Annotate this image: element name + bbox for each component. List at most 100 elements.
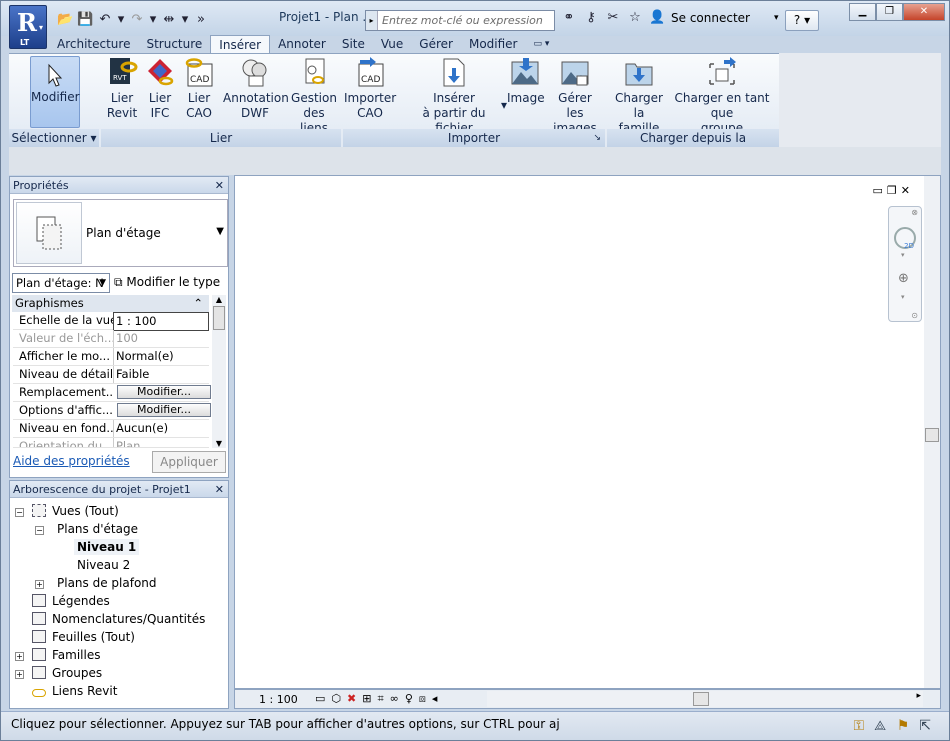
chevron-down-icon[interactable]: ▾ [774,13,779,23]
communication-icon[interactable]: ✂ [605,10,621,26]
temp-hide-icon[interactable]: ∞ [390,692,405,705]
star-icon[interactable]: ☆ [627,10,643,26]
tree-item-schedules[interactable]: Nomenclatures/Quantités [32,611,205,627]
scroll-left-icon[interactable]: ◂ [432,692,444,705]
zoom-icon[interactable]: ⊕ [898,271,909,286]
link-cad-button[interactable]: CAD Lier CAO [181,56,217,121]
tree-item-floor-plans[interactable]: Plans d'étage [57,521,138,537]
save-icon[interactable]: 💾 [77,12,93,28]
tab-modify[interactable]: Modifier [461,35,526,53]
image-button[interactable]: Image [507,56,545,106]
drawing-area[interactable]: ▭❐✕ [234,175,941,689]
measure-icon[interactable]: ⇹ [161,12,177,28]
options-icon[interactable]: ⊙ [911,311,918,320]
tab-architecture[interactable]: Architecture [49,35,138,53]
expand-icon[interactable]: + [15,652,24,661]
graphics-section-header[interactable]: Graphismes ⌃ [12,295,209,312]
modify-button[interactable]: Modifier [30,56,80,128]
display-options-edit-button[interactable]: Modifier... [117,403,211,417]
link-revit-button[interactable]: RVT Lier Revit [105,56,139,121]
tree-item-level-1[interactable]: Niveau 1 [74,539,140,555]
prop-row[interactable]: Niveau en fond... Aucun(e) [13,420,209,438]
shadows-icon[interactable]: ⊞ [362,692,377,705]
scroll-up-icon[interactable]: ▲ [212,295,226,304]
prop-row[interactable]: Valeur de l'éch... 100 [13,330,209,348]
key-icon[interactable]: ⚷ [583,10,599,26]
restore-icon[interactable]: ❐ [887,184,901,197]
load-family-button[interactable]: Charger la famille [613,56,665,136]
tree-item-sheets[interactable]: Feuilles (Tout) [32,629,135,645]
close-icon[interactable]: ✕ [901,184,914,197]
prop-row[interactable]: Afficher le mo... Normal(e) [13,348,209,366]
crop-icon[interactable]: ⌗ [377,692,389,705]
view-scale-input[interactable]: 1 : 100 [113,312,209,331]
import-cad-button[interactable]: CAD Importer CAO [344,56,396,121]
tree-item-ceiling-plans[interactable]: Plans de plafond [57,575,157,591]
horizontal-scrollbar[interactable]: ▸ [487,691,923,707]
undo-dropdown-icon[interactable]: ▾ [117,12,125,28]
tree-item-families[interactable]: Familles [32,647,100,663]
insert-from-file-button[interactable]: Insérer à partir du fichier [404,56,504,136]
scroll-down-icon[interactable]: ▼ [212,439,226,448]
more-tools-icon[interactable]: » [193,12,209,28]
dialog-launcher-icon[interactable]: ↘ [593,129,601,147]
chevron-down-icon[interactable]: ▾ [901,293,905,301]
measure-dropdown-icon[interactable]: ▾ [181,12,189,28]
prop-row[interactable]: Options d'affic... Modifier... [13,402,211,420]
steering-wheel-icon[interactable]: 2D [894,227,916,250]
binoculars-icon[interactable]: ⚭ [561,10,577,26]
tree-item-groups[interactable]: Groupes [32,665,102,681]
view-scale-button[interactable]: 1 : 100 [259,693,298,706]
apply-button[interactable]: Appliquer [152,451,226,473]
prop-value[interactable]: Normal(e) [113,348,209,365]
ribbon-minimize-toggle[interactable]: ▭ ▾ [526,35,558,53]
minimize-icon[interactable]: ▭ [873,184,887,197]
tree-item-level-2[interactable]: Niveau 2 [77,557,130,573]
collapse-icon[interactable]: − [35,526,44,535]
tab-insert[interactable]: Insérer [210,35,271,53]
open-icon[interactable]: 📂 [57,12,73,28]
tab-manage[interactable]: Gérer [411,35,461,53]
tab-structure[interactable]: Structure [138,35,210,53]
prop-row[interactable]: Niveau de détail Faible [13,366,209,384]
scroll-thumb[interactable] [213,306,225,330]
collapse-icon[interactable]: − [15,508,24,517]
sign-in-button[interactable]: Se connecter [671,11,750,25]
restore-button[interactable]: ❐ [876,3,903,21]
scroll-right-icon[interactable]: ▸ [916,691,921,701]
close-button[interactable]: ✕ [903,3,945,21]
tree-item-views[interactable]: Vues (Tout) [32,503,119,519]
tree-item-legends[interactable]: Légendes [32,593,110,609]
properties-help-link[interactable]: Aide des propriétés [13,454,130,468]
scroll-thumb[interactable] [925,428,939,442]
undo-icon[interactable]: ↶ [97,12,113,28]
scroll-thumb[interactable] [693,692,709,706]
search-input[interactable]: ▸ Entrez mot-clé ou expression [365,10,555,31]
type-selector[interactable]: Plan d'étage ▼ [13,199,228,267]
tab-annotate[interactable]: Annoter [270,35,334,53]
link-select-icon[interactable]: ⚿ [854,718,875,734]
link-ifc-button[interactable]: Lier IFC [143,56,177,121]
visual-style-icon[interactable]: ⬡ [331,692,347,705]
underlay-select-icon[interactable]: ⟁ [874,718,897,734]
reveal-hidden-icon[interactable]: ♀ [405,692,419,705]
help-button[interactable]: ? ▾ [785,10,819,31]
close-icon[interactable]: ⊗ [911,208,918,217]
close-icon[interactable]: ✕ [215,481,224,498]
expand-icon[interactable]: + [15,670,24,679]
load-as-group-button[interactable]: Charger en tant que groupe [667,56,777,136]
prop-value[interactable]: Aucun(e) [113,420,209,437]
tree-item-revit-links[interactable]: Liens Revit [32,683,117,699]
prop-row[interactable]: Orientation du Plan [13,438,209,448]
analytical-icon[interactable]: ⧇ [419,692,432,705]
manage-links-button[interactable]: Gestion des liens [289,56,339,136]
application-menu-button[interactable]: R LT ▾ [9,5,47,49]
close-icon[interactable]: ✕ [215,177,224,194]
chevron-down-icon[interactable]: ▾ [901,251,905,259]
sun-path-icon[interactable]: ✖ [347,692,362,705]
tab-site[interactable]: Site [334,35,373,53]
dwf-markup-button[interactable]: Annotation DWF [223,56,289,121]
override-edit-button[interactable]: Modifier... [117,385,211,399]
properties-scrollbar[interactable]: ▲ ▼ [212,295,226,448]
manage-images-button[interactable]: Gérer les images [547,56,603,136]
